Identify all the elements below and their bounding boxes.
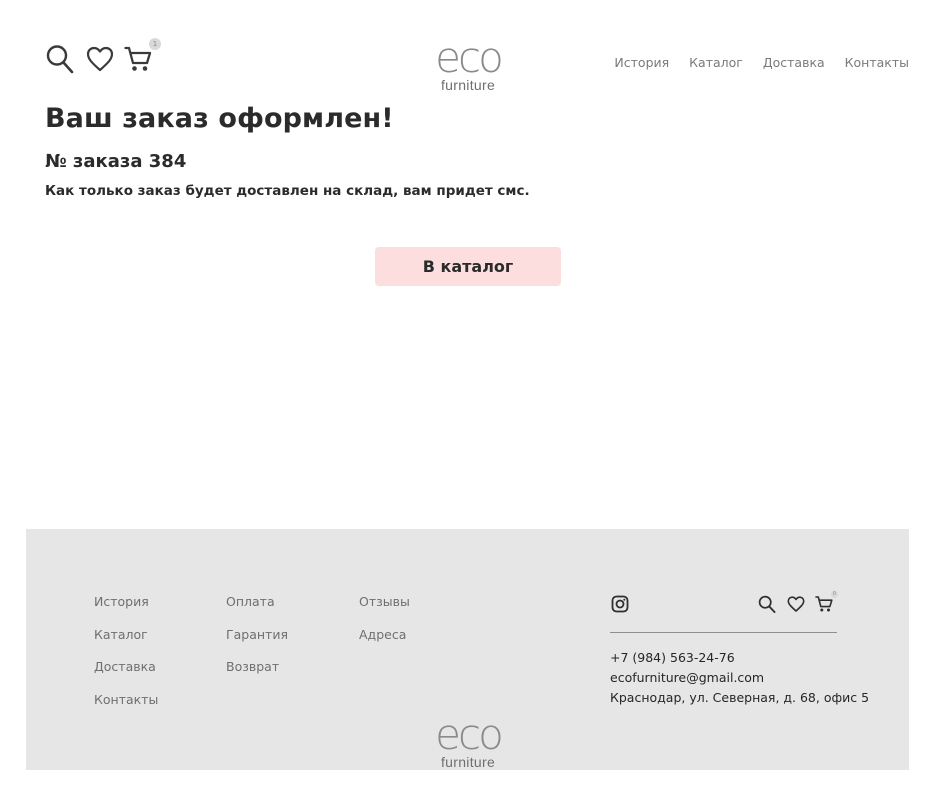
footer-search-icon[interactable] [758,595,776,613]
footer-logo[interactable]: eco furniture [427,710,509,770]
footer-logo-furniture-text: furniture [440,754,496,770]
footer-contacts: +7 (984) 563-24-76 ecofurniture@gmail.co… [610,650,869,710]
footer-links-column-1: История Каталог Доставка Контакты [94,594,158,724]
site-header: 1 eco furniture История Каталог Доставка… [0,0,935,100]
footer-email[interactable]: ecofurniture@gmail.com [610,670,869,690]
footer-cart-count-badge: 0 [831,591,838,598]
site-footer: История Каталог Доставка Контакты Оплата… [26,529,909,770]
site-logo[interactable]: eco furniture [427,33,509,93]
footer-link-payment[interactable]: Оплата [226,594,288,627]
search-icon[interactable] [45,44,75,74]
footer-divider [610,632,837,633]
instagram-icon[interactable] [611,595,629,613]
page-title: Ваш заказ оформлен! [45,103,394,134]
footer-links-column-2: Оплата Гарантия Возврат [226,594,288,692]
main-nav: История Каталог Доставка Контакты [594,55,909,70]
footer-link-catalog[interactable]: Каталог [94,627,158,660]
footer-link-reviews[interactable]: Отзывы [359,594,410,627]
logo-furniture-text: furniture [440,77,496,93]
footer-link-contacts[interactable]: Контакты [94,692,158,725]
header-icon-group: 1 [45,38,161,74]
footer-icon-group: 0 [758,591,838,613]
footer-links-column-3: Отзывы Адреса [359,594,410,659]
cart-count-badge: 1 [149,38,161,50]
cart-icon[interactable]: 1 [123,38,161,74]
order-note: Как только заказ будет доставлен на скла… [45,183,530,199]
nav-link-contacts[interactable]: Контакты [845,55,909,70]
footer-link-delivery[interactable]: Доставка [94,659,158,692]
footer-link-history[interactable]: История [94,594,158,627]
nav-link-delivery[interactable]: Доставка [763,55,825,70]
footer-cart-icon[interactable]: 0 [815,591,838,613]
catalog-button[interactable]: В каталог [375,247,561,286]
footer-phone[interactable]: +7 (984) 563-24-76 [610,650,869,670]
footer-heart-icon[interactable] [787,595,805,613]
footer-link-addresses[interactable]: Адреса [359,627,410,660]
nav-link-history[interactable]: История [614,55,669,70]
order-number: № заказа 384 [45,151,187,172]
nav-link-catalog[interactable]: Каталог [689,55,743,70]
footer-address: Краснодар, ул. Северная, д. 68, офис 5 [610,690,870,705]
logo-eco-text: eco [435,33,504,82]
footer-link-return[interactable]: Возврат [226,659,288,692]
footer-logo-eco-text: eco [435,710,504,759]
footer-link-warranty[interactable]: Гарантия [226,627,288,660]
heart-icon[interactable] [85,44,115,74]
